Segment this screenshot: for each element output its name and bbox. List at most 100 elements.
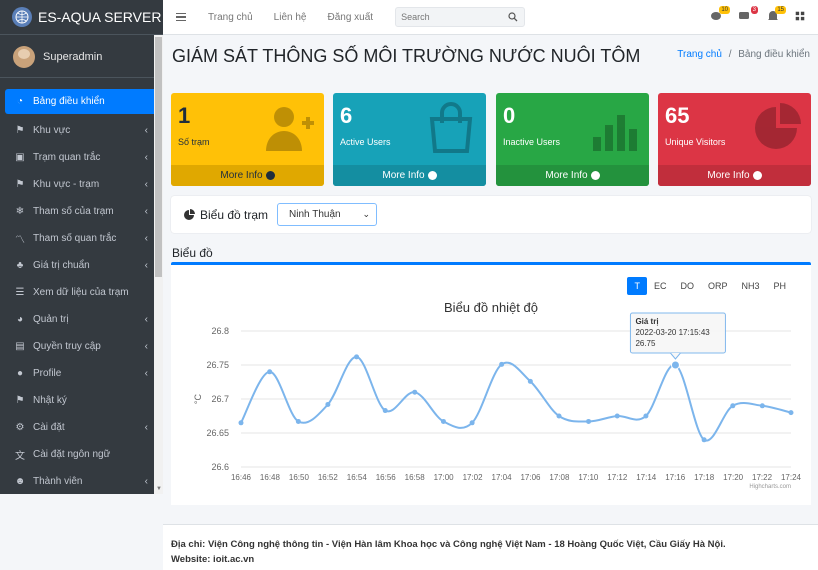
more-info-button[interactable]: More Info: [496, 165, 649, 186]
data-point: [469, 420, 475, 426]
sidebar-item[interactable]: ◔ Bảng điều khiển: [5, 89, 158, 114]
y-tick-label: 26.65: [206, 428, 229, 438]
messages-icon[interactable]: 10: [710, 6, 730, 23]
sidebar-item[interactable]: 〽 Tham số quan trắc ‹: [5, 225, 158, 252]
pie-chart-icon: [184, 208, 195, 220]
sidebar-item[interactable]: ▣ Trạm quan trắc ‹: [5, 144, 158, 171]
line-chart-icon: 〽: [15, 235, 25, 246]
sidebar-item[interactable]: ▤ Quyền truy cập ‹: [5, 333, 158, 360]
user-panel[interactable]: Superadmin: [0, 37, 163, 78]
footer-address: Địa chỉ: Viện Công nghệ thông tin - Viện…: [171, 539, 726, 550]
flag-icon: ⚑: [15, 125, 25, 136]
more-info-button[interactable]: More Info: [333, 165, 486, 186]
bar-chart-icon: [593, 115, 637, 151]
sidebar-item-label: Profile: [33, 368, 62, 379]
breadcrumb-home[interactable]: Trang chủ: [677, 49, 722, 60]
more-info-button[interactable]: More Info: [658, 165, 811, 186]
sidebar-item[interactable]: ◕ Quản trị ‹: [5, 306, 158, 333]
bell-icon[interactable]: 15: [766, 6, 786, 23]
tab-parameter[interactable]: PH: [766, 277, 793, 295]
tab-parameter[interactable]: EC: [647, 277, 674, 295]
scrollbar-thumb[interactable]: [155, 37, 162, 277]
sidebar-item[interactable]: ♣ Giá trị chuẩn ‹: [5, 252, 158, 279]
sidebar-item-label: Cài đặt ngôn ngữ: [33, 449, 111, 460]
x-tick-label: 17:20: [723, 473, 744, 482]
chevron-left-icon: ‹: [144, 260, 148, 271]
x-tick-label: 17:00: [434, 473, 455, 482]
brand[interactable]: ES-AQUA SERVER: [0, 0, 163, 35]
more-info-label: More Info: [382, 170, 425, 181]
footer-website: Website: ioit.ac.vn: [171, 554, 255, 565]
sidebar-item[interactable]: ● Profile ‹: [5, 360, 158, 387]
sidebar-item[interactable]: ⚑ Khu vực ‹: [5, 117, 158, 144]
database-icon: ☰: [15, 287, 25, 298]
sidebar-item-label: Xem dữ liệu của trạm: [33, 287, 129, 298]
menu-toggle-icon[interactable]: [176, 12, 186, 22]
x-tick-label: 17:10: [578, 473, 599, 482]
scroll-down-icon[interactable]: ▼: [156, 486, 162, 492]
x-tick-label: 17:14: [636, 473, 657, 482]
sidebar-item-label: Khu vực: [33, 125, 71, 136]
station-chart-label: Biểu đồ trạm: [200, 207, 269, 222]
tab-parameter[interactable]: ORP: [701, 277, 735, 295]
sidebar-item-label: Thành viên: [33, 476, 83, 487]
info-box-label: Inactive Users: [503, 137, 561, 147]
data-point: [267, 369, 273, 375]
y-tick-label: 26.75: [206, 360, 229, 370]
chart-credits: Highcharts.com: [749, 484, 791, 490]
tab-parameter[interactable]: DO: [673, 277, 701, 295]
sidebar-item[interactable]: ☻ Thành viên ‹: [5, 468, 158, 494]
info-box-inactive-users: 0 Inactive Users More Info: [496, 93, 649, 186]
comments-badge: 3: [750, 6, 758, 14]
tooltip-time: 2022-03-20 17:15:43: [635, 328, 710, 337]
x-tick-label: 16:58: [405, 473, 426, 482]
search-icon[interactable]: [508, 12, 518, 22]
chevron-left-icon: ‹: [144, 422, 148, 433]
arrow-circle-right-icon: [427, 171, 437, 180]
nav-link-logout[interactable]: Đăng xuất: [327, 12, 373, 23]
info-box-stations: 1 Số trạm More Info: [171, 93, 324, 186]
nav-link-contact[interactable]: Liên hệ: [274, 12, 307, 23]
flag-icon: ⚑: [15, 395, 25, 406]
station-select[interactable]: Ninh Thuận ⌄: [277, 203, 378, 226]
x-tick-label: 16:52: [318, 473, 339, 482]
brand-logo-icon: [12, 7, 32, 27]
x-tick-label: 17:08: [549, 473, 570, 482]
sidebar-item[interactable]: ☰ Xem dữ liệu của trạm: [5, 279, 158, 306]
chevron-left-icon: ‹: [144, 152, 148, 163]
tooltip-pointer: [670, 352, 681, 360]
sidebar-item-label: Quyền truy cập: [33, 341, 101, 352]
sidebar-item[interactable]: ⚑ Nhật ký: [5, 387, 158, 414]
user-icon: ●: [16, 368, 24, 379]
x-tick-label: 17:16: [665, 473, 686, 482]
sidebar-item[interactable]: ⚙ Cài đặt ‹: [5, 414, 158, 441]
sidebar-item-label: Nhật ký: [33, 395, 67, 406]
search-input[interactable]: Search: [395, 7, 526, 27]
data-point: [788, 410, 794, 416]
x-tick-label: 17:06: [520, 473, 541, 482]
cogs-icon: ⚙: [15, 422, 25, 433]
data-point: [382, 408, 388, 414]
station-selector-card: Biểu đồ trạm Ninh Thuận ⌄: [171, 196, 811, 233]
shopping-bag-icon: [429, 102, 473, 153]
comments-icon[interactable]: 3: [738, 6, 758, 23]
users-icon: ☻: [14, 476, 26, 487]
tab-parameter[interactable]: NH3: [734, 277, 766, 295]
sidebar-item[interactable]: ⚑ Khu vực - trạm ‹: [5, 171, 158, 198]
messages-badge: 10: [719, 6, 730, 14]
sidebar-item[interactable]: ❄ Tham số của trạm ‹: [5, 198, 158, 225]
x-tick-label: 17:24: [781, 473, 802, 482]
pie-icon: ◕: [16, 314, 24, 325]
info-box-active-users: 6 Active Users More Info: [333, 93, 486, 186]
sidebar: ES-AQUA SERVER Superadmin ◔ Bảng điều khi…: [0, 0, 163, 494]
tab-parameter[interactable]: T: [627, 277, 647, 295]
sidebar-item[interactable]: 文 Cài đặt ngôn ngữ: [5, 441, 158, 468]
more-info-button[interactable]: More Info: [171, 165, 324, 186]
chart-title: Biểu đồ nhiệt độ: [444, 300, 538, 315]
info-box-value: 65: [665, 103, 690, 128]
grid-icon[interactable]: [794, 9, 808, 23]
search-placeholder: Search: [401, 12, 430, 22]
sidebar-item-label: Quản trị: [33, 314, 69, 325]
nav-link-home[interactable]: Trang chủ: [208, 12, 253, 23]
sidebar-scrollbar[interactable]: ▼: [154, 35, 163, 494]
